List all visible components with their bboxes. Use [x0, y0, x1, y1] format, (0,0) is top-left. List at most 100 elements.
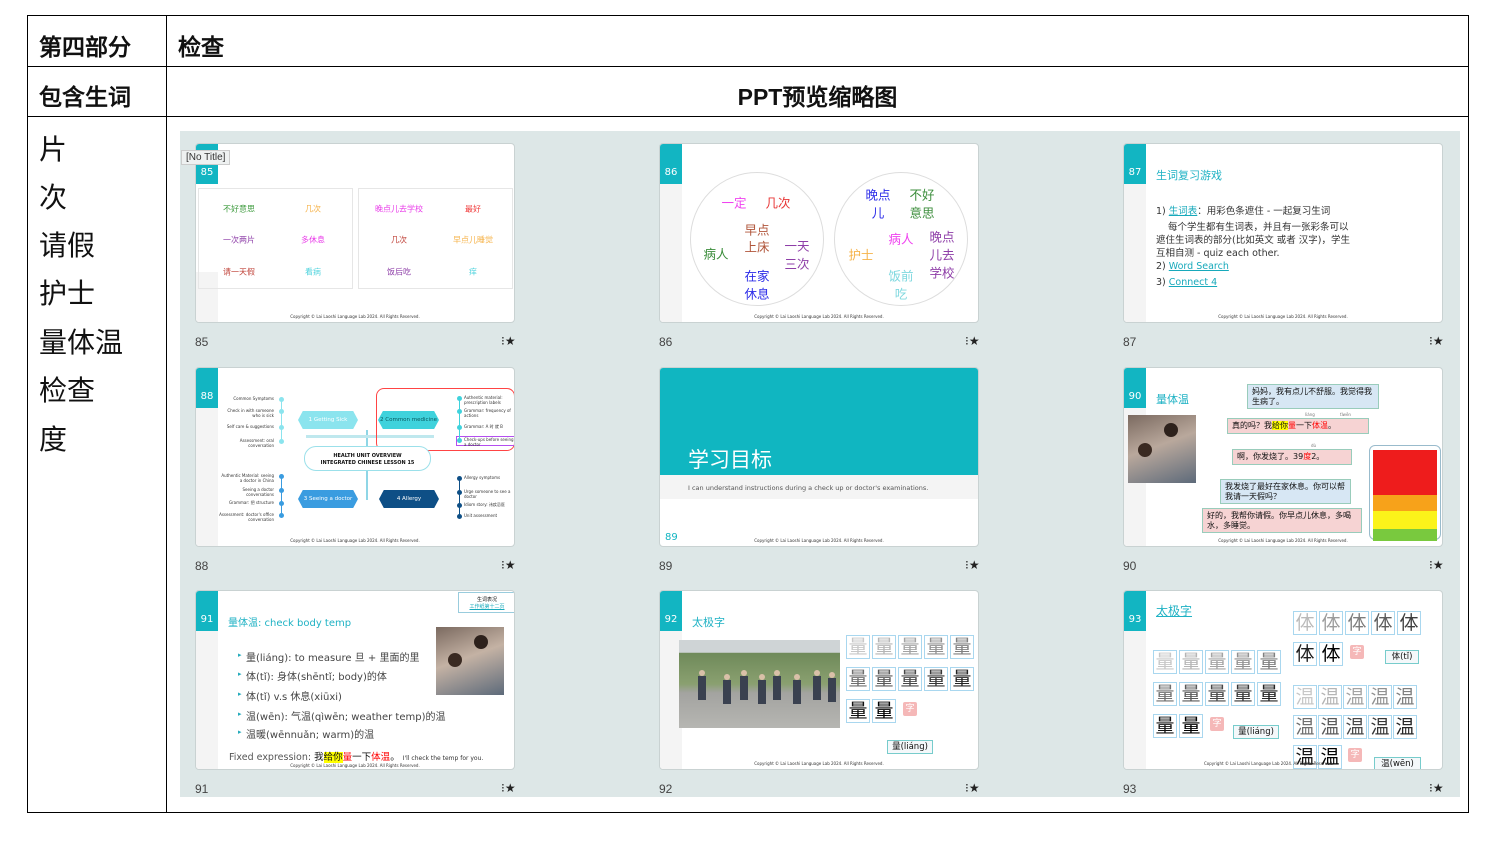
- stroke-order-cell: 体: [1319, 642, 1343, 666]
- vocab-word: 意思: [909, 205, 935, 221]
- word-search-link[interactable]: Word Search: [1169, 261, 1229, 272]
- stroke-order-cell: 量: [846, 667, 870, 691]
- slide-number-label: 92: [659, 782, 673, 796]
- vocab-word: 儿: [871, 205, 885, 221]
- slide-number-label: 90: [1123, 559, 1137, 573]
- star-icon[interactable]: ⁝★: [965, 334, 980, 348]
- copyright: Copyright © Lai Laoshi Language Lab 2024…: [754, 314, 884, 319]
- mindmap-item: Assessment: oral conversation: [239, 438, 274, 448]
- slide-thumbnail-90[interactable]: 90 量体温 妈妈，我有点儿不舒服。我觉得我生病了。 tǐwēn liáng 真…: [1123, 367, 1443, 547]
- slide-title: 学习目标: [688, 448, 772, 472]
- vocab-word: 三次: [784, 256, 810, 272]
- vocab-list-link[interactable]: 生词表: [1169, 206, 1198, 217]
- vocab-word: 护士: [848, 247, 874, 263]
- slide-thumbnail-88[interactable]: 88 1 Getting Sick 2 Common medicine 3 Se…: [195, 367, 515, 547]
- preview-label: PPT预览缩略图: [737, 84, 898, 110]
- row-divider: [28, 66, 1468, 67]
- slide-number-label: 87: [1123, 335, 1137, 349]
- star-icon[interactable]: ⁝★: [1429, 334, 1444, 348]
- slide-number-label: 89: [659, 559, 673, 573]
- vocab-word: 晚点: [929, 229, 955, 245]
- stroke-order-cell: 量: [1205, 682, 1229, 706]
- vocab-word: 在家: [744, 268, 770, 284]
- stroke-order-cell: 量: [872, 635, 896, 659]
- character-label: 温(wēn): [1374, 757, 1421, 769]
- stroke-order-cell: 量: [1153, 714, 1177, 738]
- vocab-word: 量体温: [39, 327, 124, 358]
- slide-number-badge: 91: [196, 591, 218, 631]
- vocab-word: 休息: [744, 286, 770, 302]
- stroke-order-cell: 温: [1393, 685, 1417, 709]
- vocab-word: 病人: [888, 231, 914, 247]
- stroke-order-cell: 量: [1205, 650, 1229, 674]
- copyright: Copyright © Lai Laoshi Language Lab 2024…: [290, 763, 420, 768]
- vocab-word: 几次: [391, 235, 407, 245]
- copyright: Copyright © Lai Laoshi Language Lab 2024…: [754, 538, 884, 543]
- stroke-order-cell: 量: [898, 667, 922, 691]
- slide-thumbnail-93[interactable]: 93 太极字 量量量量量量量量量量量量字体体体体体体体字温温温温温温温温温温温温…: [1123, 590, 1443, 770]
- stroke-order-cell: 量: [898, 635, 922, 659]
- slide-thumbnail-89[interactable]: 学习目标 I can understand instructions durin…: [659, 367, 979, 547]
- bullet-dot: [457, 438, 462, 443]
- star-icon[interactable]: ⁝★: [1429, 558, 1444, 572]
- stroke-app-icon: 字: [1350, 645, 1364, 659]
- worksheet-reference: 生词表况 工作纸第十二页: [458, 592, 514, 613]
- slide-thumbnail-85[interactable]: 85 不好意思 几次 一次两片 多休息 请一天假 看病 晚点儿去学校 最好 几次 早点儿睡觉 饭后…: [195, 143, 515, 323]
- vocab-label: 包含生词: [39, 84, 131, 110]
- star-icon[interactable]: ⁝★: [965, 558, 980, 572]
- chart-band: [1373, 450, 1437, 495]
- vocab-word: 看病: [305, 267, 321, 277]
- slide-thumbnail-87[interactable]: 87 生词复习游戏 1) 生词表：用彩色条遮住 - 一起复习生词 每个学生都有生…: [1123, 143, 1443, 323]
- vocab-word: 痒: [469, 267, 477, 277]
- speech-bubble: 我发烧了最好在家休息。你可以帮我请一天假吗？: [1220, 479, 1351, 505]
- star-icon[interactable]: ⁝★: [965, 781, 980, 795]
- connector-line: [459, 478, 460, 516]
- stroke-order-cell: 体: [1371, 611, 1395, 635]
- bullet-dot: [279, 513, 284, 518]
- star-icon[interactable]: ⁝★: [1429, 781, 1444, 795]
- slide-thumbnail-92[interactable]: 92 太极字 量量量量量量量量量量量量字 量(liáng) Copyright …: [659, 590, 979, 770]
- vocab-word: 饭前: [888, 268, 914, 284]
- row-divider: [28, 116, 1468, 117]
- stroke-order-cell: 量: [1257, 650, 1281, 674]
- bullet-dot: [457, 409, 462, 414]
- vocab-word: 请一天假: [223, 267, 255, 277]
- stroke-order-cell: 体: [1293, 642, 1317, 666]
- slide-title: 生词复习游戏: [1156, 169, 1222, 182]
- stroke-order-cell: 体: [1397, 611, 1421, 635]
- star-icon[interactable]: ⁝★: [501, 558, 516, 572]
- copyright: Copyright © Lai Laoshi Language Lab 2024…: [754, 761, 884, 766]
- bullet-dot: [457, 476, 462, 481]
- stroke-app-icon: 字: [1348, 748, 1362, 762]
- bullet-dot: [457, 396, 462, 401]
- bullet-dot: [279, 397, 284, 402]
- text-line: 3) Connect 4: [1156, 277, 1218, 288]
- vocab-word: 饭后吃: [387, 267, 411, 277]
- star-icon[interactable]: ⁝★: [501, 334, 516, 348]
- vocab-word: 上床: [744, 239, 770, 255]
- stroke-order-cell: 量: [872, 667, 896, 691]
- section-value: 检查: [178, 34, 224, 60]
- connect-4-link[interactable]: Connect 4: [1169, 277, 1217, 288]
- slide-thumbnail-86[interactable]: 86 一定 几次 早点 上床 病人 一天 三次 在家 休息 晚点儿不好 意思 病人 晚点 儿去 学校 护士 饭前…: [659, 143, 979, 323]
- stroke-order-cell: 体: [1319, 611, 1343, 635]
- stroke-order-cell: 量: [1231, 682, 1255, 706]
- vocab-word: 晚点: [865, 187, 891, 203]
- stroke-order-cell: 量: [924, 667, 948, 691]
- stroke-order-cell: 量: [1153, 682, 1177, 706]
- bullet-item: 体(tǐ) v.s 休息(xiūxi): [238, 688, 342, 703]
- column-divider: [166, 16, 167, 812]
- slide-number-label: 85: [195, 335, 209, 349]
- bullet-item: 体(tǐ): 身体(shēntǐ; body)的体: [238, 668, 387, 683]
- star-icon[interactable]: ⁝★: [501, 781, 516, 795]
- bullet-item: 温(wēn): 气温(qìwēn; weather temp)的温: [238, 708, 445, 723]
- stroke-order-cell: 体: [1293, 611, 1317, 635]
- slide-thumbnail-91[interactable]: 91 量体温: check body temp 生词表况工作纸第十二页 量(li…: [195, 590, 515, 770]
- stroke-order-cell: 温: [1318, 715, 1342, 739]
- vocab-word: 片: [39, 134, 68, 165]
- stroke-order-cell: 量: [872, 699, 896, 723]
- slide-number-badge: 90: [1124, 368, 1146, 408]
- copyright: Copyright © Lai Laoshi Language Lab 2024…: [1218, 314, 1348, 319]
- stroke-order-cell: 量: [1231, 650, 1255, 674]
- mindmap-item: Idiom story: 讳疾忌医: [464, 502, 505, 507]
